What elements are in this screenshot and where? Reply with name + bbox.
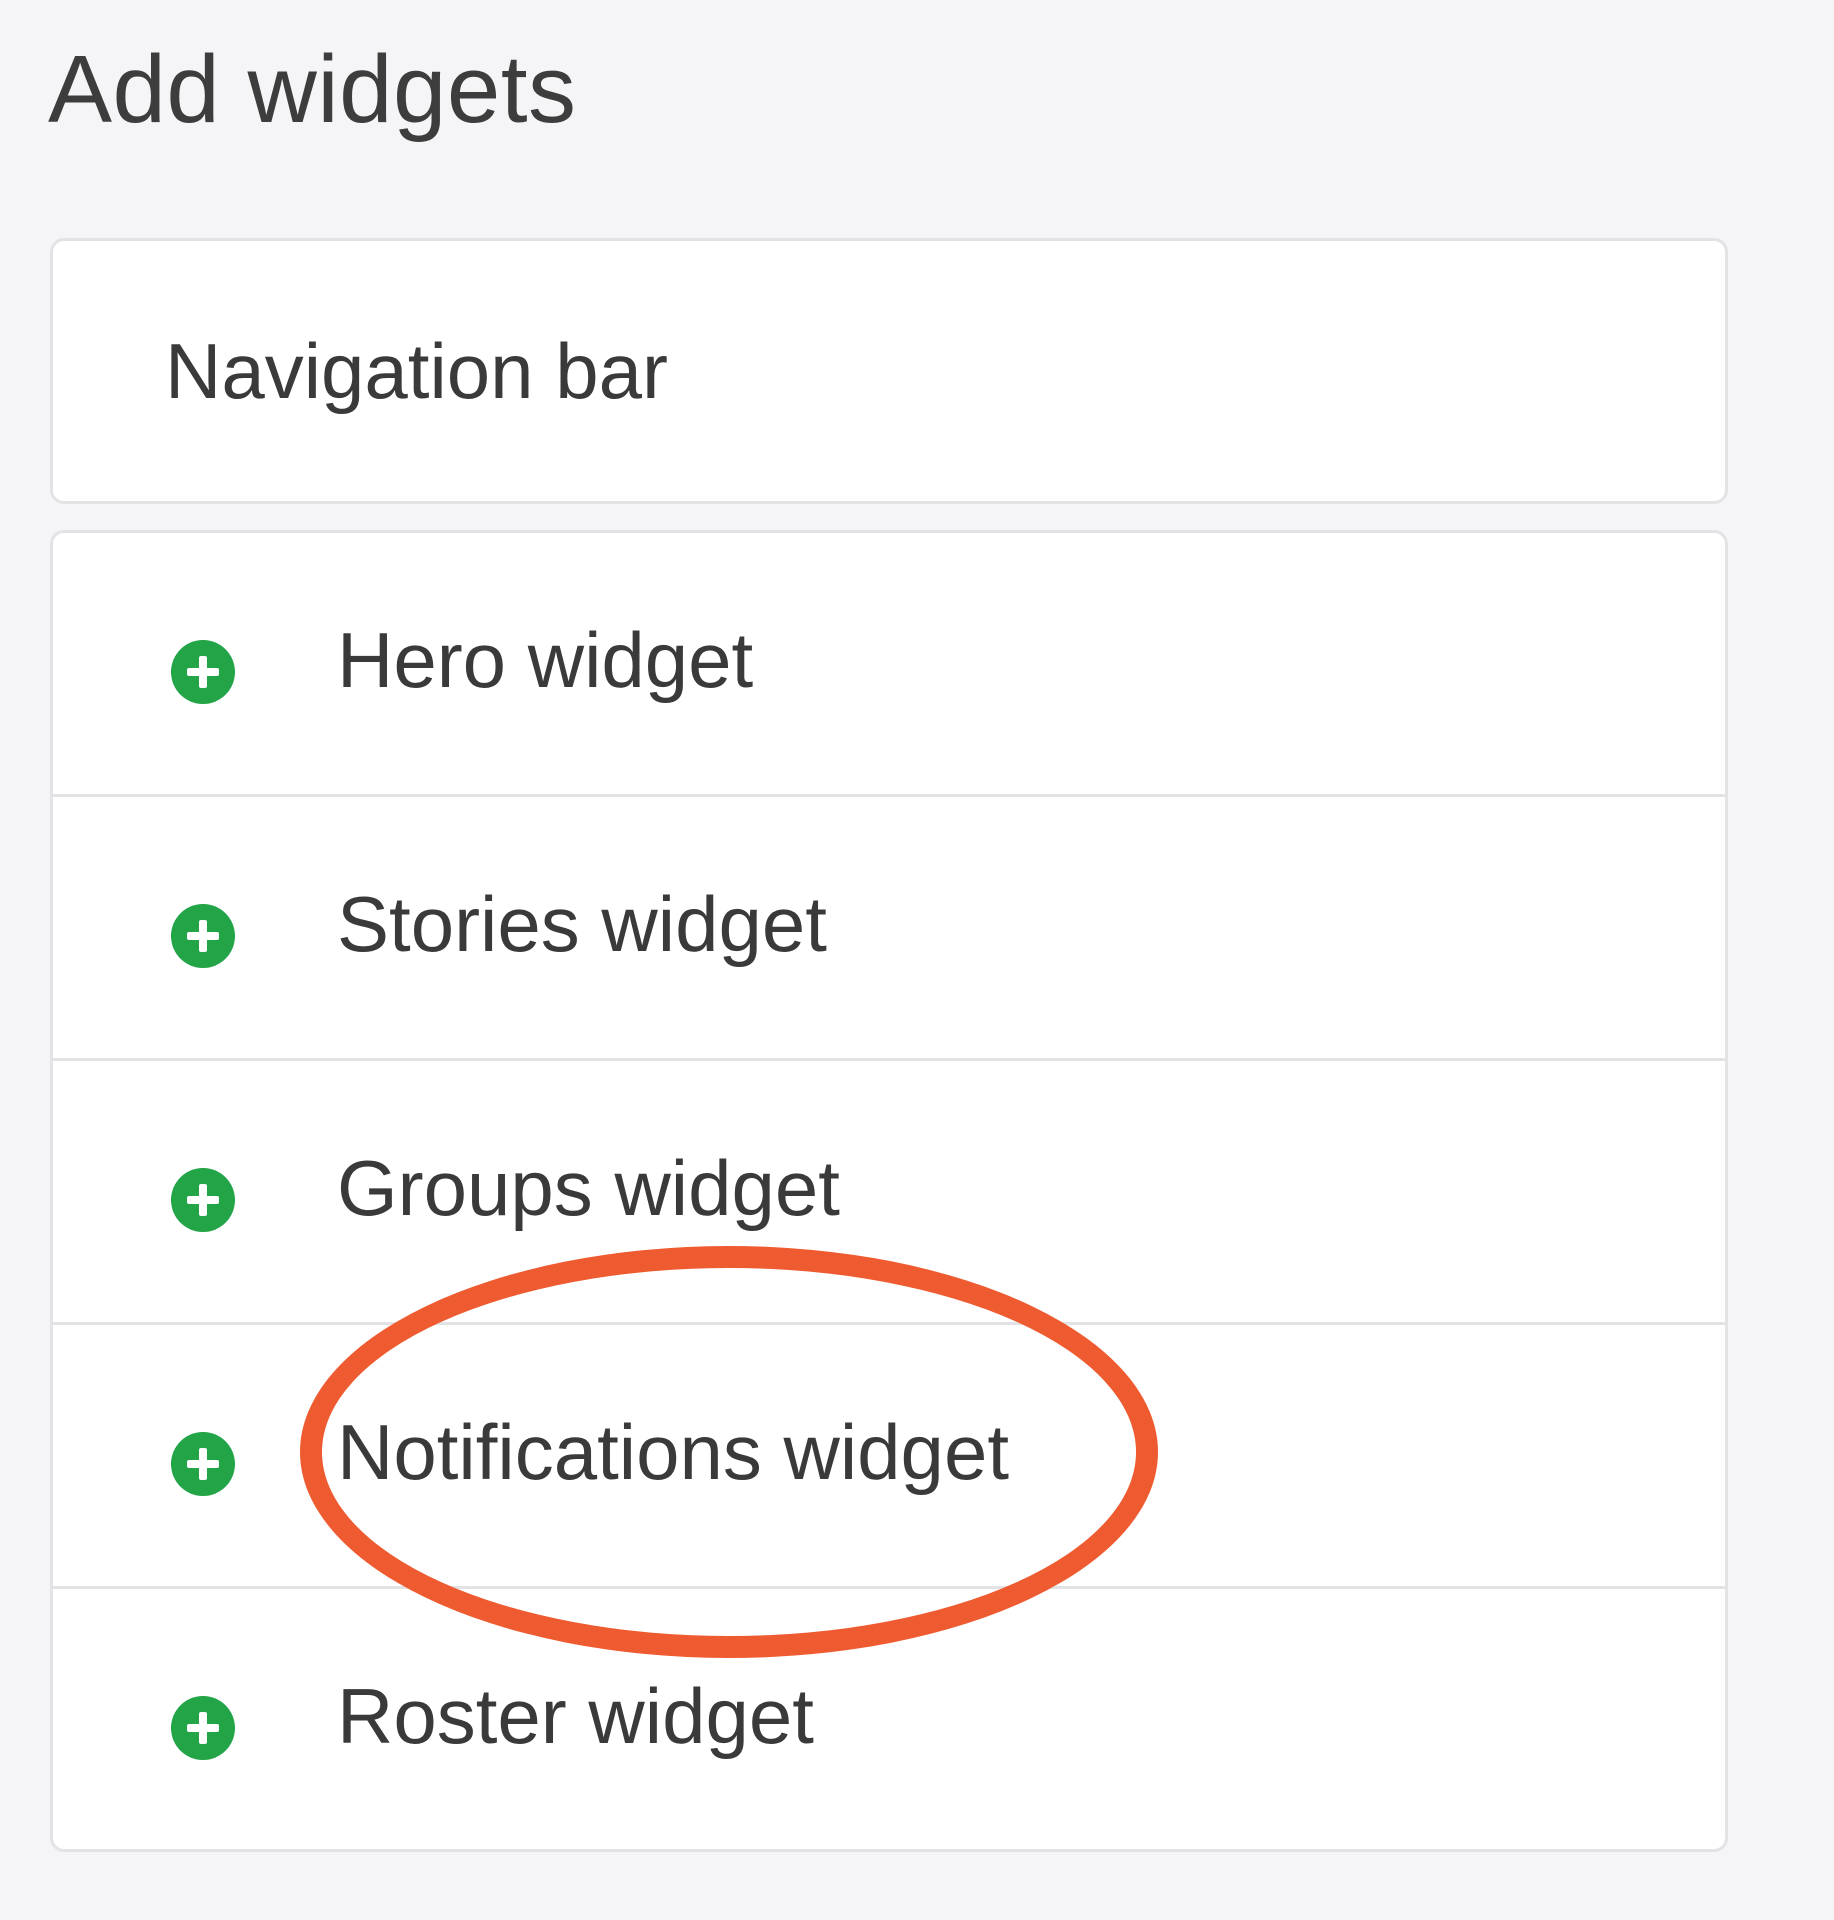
widget-label: Roster widget xyxy=(337,1672,814,1760)
add-circle-icon[interactable] xyxy=(171,1168,235,1232)
widget-row-groups[interactable]: Groups widget xyxy=(53,1061,1725,1325)
widget-label: Groups widget xyxy=(337,1144,840,1232)
widget-label: Stories widget xyxy=(337,880,827,968)
widget-label: Hero widget xyxy=(337,616,754,704)
widget-row-roster[interactable]: Roster widget xyxy=(53,1589,1725,1849)
add-circle-icon[interactable] xyxy=(171,640,235,704)
navigation-bar-label: Navigation bar xyxy=(165,327,668,415)
widget-row-notifications[interactable]: Notifications widget xyxy=(53,1325,1725,1589)
widget-list: Hero widget Stories widget Groups widget… xyxy=(50,530,1728,1852)
add-circle-icon[interactable] xyxy=(171,1696,235,1760)
widget-row-stories[interactable]: Stories widget xyxy=(53,797,1725,1061)
navigation-bar-card[interactable]: Navigation bar xyxy=(50,238,1728,504)
add-circle-icon[interactable] xyxy=(171,1432,235,1496)
widget-row-hero[interactable]: Hero widget xyxy=(53,533,1725,797)
page-title: Add widgets xyxy=(48,36,577,143)
widget-label: Notifications widget xyxy=(337,1408,1009,1496)
add-circle-icon[interactable] xyxy=(171,904,235,968)
